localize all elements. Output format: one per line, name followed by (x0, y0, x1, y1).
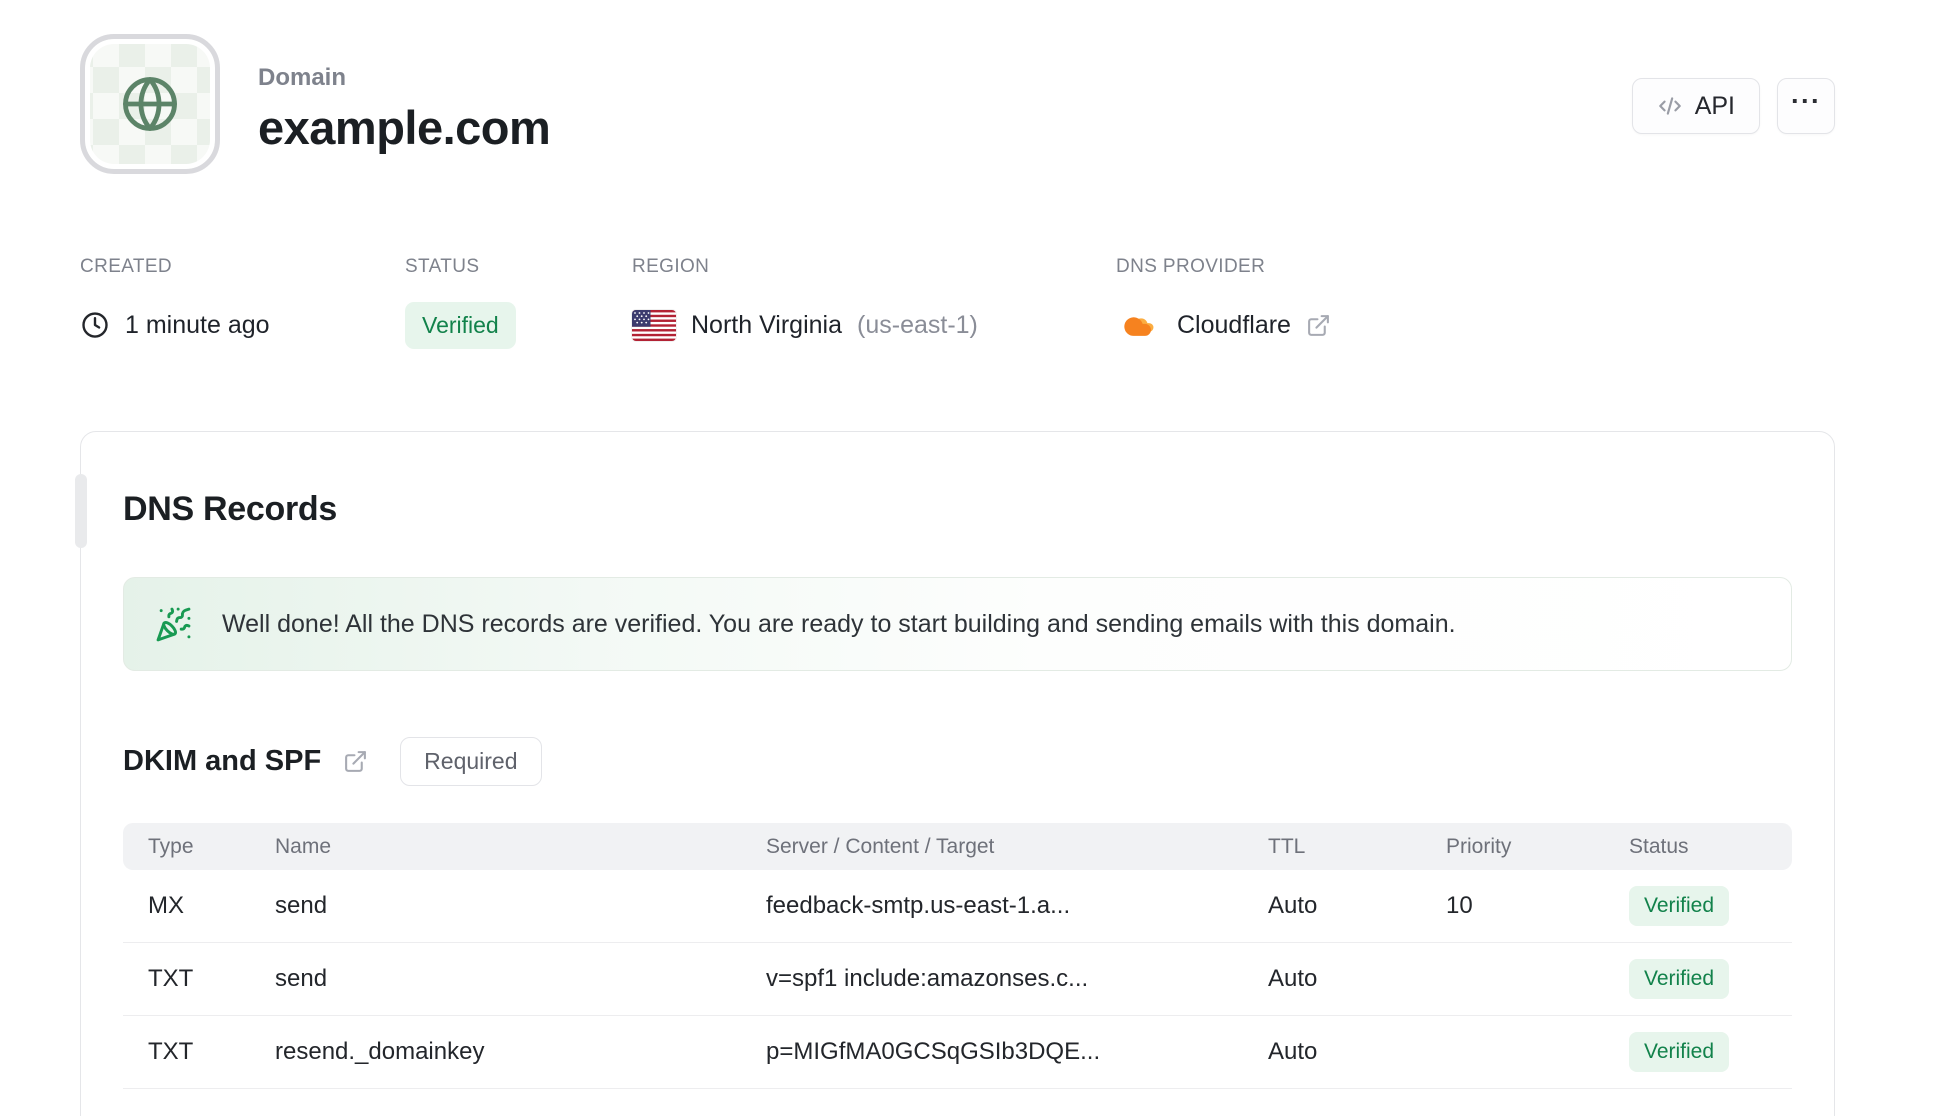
record-status-badge: Verified (1629, 886, 1730, 926)
record-status-badge: Verified (1629, 959, 1730, 999)
dns-records-card: DNS Records Well done! All the DNS recor… (75, 431, 1835, 1116)
record-type: MX (148, 892, 184, 919)
record-name: resend._domainkey (275, 1038, 485, 1065)
dns-provider-name: Cloudflare (1177, 310, 1291, 339)
created-value: 1 minute ago (125, 310, 270, 339)
header-actions: API ··· (1631, 78, 1835, 134)
record-content[interactable]: v=spf1 include:amazonses.c... (766, 965, 1268, 993)
page-header: Domain example.com API ··· (80, 34, 1835, 174)
page-eyebrow: Domain (258, 64, 347, 91)
status-label: STATUS (405, 256, 480, 277)
record-name: send (275, 892, 328, 919)
dns-provider-label: DNS PROVIDER (1116, 256, 1266, 277)
dkim-spf-header: DKIM and SPF Required (123, 737, 1792, 786)
domain-meta: CREATED 1 minute ago STATUS Verified REG… (80, 256, 1835, 349)
external-link-icon[interactable] (343, 749, 368, 774)
table-row: TXT resend._domainkey p=MIGfMA0GCSqGSIb3… (123, 1016, 1792, 1089)
col-content: Server / Content / Target (766, 834, 995, 858)
record-type: TXT (148, 1038, 194, 1065)
record-ttl: Auto (1268, 965, 1318, 992)
created-label: CREATED (80, 256, 173, 277)
record-type: TXT (148, 965, 194, 992)
verified-banner-text: Well done! All the DNS records are verif… (222, 609, 1456, 638)
domain-avatar (80, 34, 220, 174)
table-row: MX send feedback-smtp.us-east-1.a... Aut… (123, 870, 1792, 943)
domain-identity: Domain example.com (80, 34, 551, 174)
required-badge: Required (400, 737, 542, 786)
col-type: Type (148, 834, 194, 858)
region-label: REGION (632, 256, 710, 277)
clock-icon (80, 310, 110, 340)
col-priority: Priority (1446, 834, 1512, 858)
page-title: example.com (258, 101, 551, 154)
verified-banner: Well done! All the DNS records are verif… (123, 577, 1792, 671)
ellipsis-icon: ··· (1791, 85, 1821, 116)
globe-icon (118, 72, 182, 136)
api-button[interactable]: API (1631, 78, 1760, 134)
record-ttl: Auto (1268, 892, 1318, 919)
more-menu-button[interactable]: ··· (1777, 78, 1835, 134)
record-priority: 10 (1446, 892, 1473, 919)
meta-region: REGION North Virginia (us-east-1) (632, 256, 1116, 349)
card-edge-indicator (75, 474, 87, 548)
region-code: (us-east-1) (857, 310, 978, 339)
us-flag-icon (632, 309, 676, 341)
party-popper-icon (155, 606, 192, 643)
status-badge: Verified (405, 302, 516, 349)
meta-created: CREATED 1 minute ago (80, 256, 405, 349)
code-icon (1657, 93, 1683, 119)
record-content[interactable]: p=MIGfMA0GCSqGSIb3DQE... (766, 1038, 1268, 1066)
meta-status: STATUS Verified (405, 256, 632, 349)
col-name: Name (275, 834, 332, 858)
region-name: North Virginia (691, 310, 843, 339)
title-block: Domain example.com (258, 34, 551, 155)
external-link-icon[interactable] (1306, 313, 1331, 338)
record-ttl: Auto (1268, 1038, 1318, 1065)
record-status-badge: Verified (1629, 1032, 1730, 1072)
domain-detail-page: Domain example.com API ··· CREATED 1 min… (0, 0, 1944, 1116)
dns-records-title: DNS Records (123, 490, 337, 528)
api-button-label: API (1694, 91, 1735, 120)
col-status: Status (1629, 834, 1689, 858)
col-ttl: TTL (1268, 834, 1306, 858)
record-name: send (275, 965, 328, 992)
meta-dns-provider: DNS PROVIDER Cloudflare (1116, 256, 1331, 349)
record-content[interactable]: feedback-smtp.us-east-1.a... (766, 892, 1268, 920)
table-row: TXT send v=spf1 include:amazonses.c... A… (123, 943, 1792, 1016)
dns-table: Type Name Server / Content / Target TTL … (123, 823, 1792, 1089)
dns-table-header: Type Name Server / Content / Target TTL … (123, 823, 1792, 870)
cloudflare-icon (1116, 309, 1162, 341)
dkim-spf-title: DKIM and SPF (123, 745, 322, 777)
